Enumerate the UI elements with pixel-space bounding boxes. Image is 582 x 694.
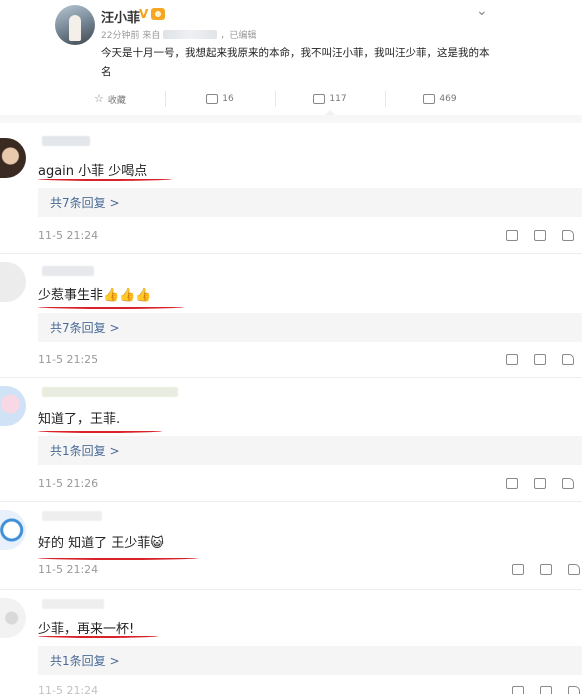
comment-tools bbox=[506, 478, 574, 492]
post-text: 今天是十月一号，我想起来我原来的本命，我不叫汪小菲，我叫汪少菲，这是我的本名 bbox=[101, 47, 490, 78]
favorite-label: 收藏 bbox=[107, 95, 126, 106]
comment-icon[interactable] bbox=[540, 564, 552, 575]
comment-text: 好的 知道了 王少菲😺 bbox=[38, 536, 164, 551]
comment-text: 少惹事生非👍👍👍 bbox=[38, 288, 152, 303]
comment-item: 好的 知道了 王少菲😺 11-5 21:24 bbox=[0, 502, 582, 588]
weibo-post: 汪小菲 V ⌄ 22分钟前 来自 ，已编辑 今天是十月一号，我想起来我原来的本命，… bbox=[0, 0, 582, 122]
comment-time: 11-5 21:24 bbox=[38, 684, 99, 694]
replies-label: 共7条回复 > bbox=[50, 196, 120, 210]
comment-icon[interactable] bbox=[534, 478, 546, 489]
comment-time: 11-5 21:24 bbox=[38, 229, 99, 242]
comment-item: 少惹事生非👍👍👍 共7条回复 > 11-5 21:25 bbox=[0, 254, 582, 376]
comment-item: again 小菲 少喝点 共7条回复 > 11-5 21:24 bbox=[0, 130, 582, 252]
share-icon[interactable] bbox=[506, 230, 518, 241]
commenter-name-blurred[interactable] bbox=[42, 136, 90, 146]
blurred-source bbox=[163, 30, 218, 39]
red-underline-mark bbox=[38, 556, 198, 560]
repost-icon bbox=[206, 94, 219, 104]
post-time-source: 22分钟前 来自 bbox=[101, 31, 161, 41]
red-underline-mark bbox=[38, 177, 172, 181]
commenter-name-blurred[interactable] bbox=[42, 266, 94, 276]
edited-tag: ，已编辑 bbox=[220, 31, 257, 41]
red-underline-mark bbox=[38, 634, 158, 638]
commenter-avatar[interactable] bbox=[0, 386, 26, 426]
replies-label: 共7条回复 > bbox=[50, 321, 120, 335]
comment-icon[interactable] bbox=[534, 354, 546, 365]
comment-icon[interactable] bbox=[540, 686, 552, 694]
share-icon[interactable] bbox=[512, 686, 524, 694]
comment-tools bbox=[512, 564, 580, 578]
comment-icon[interactable] bbox=[534, 230, 546, 241]
replies-link[interactable]: 共1条回复 > bbox=[38, 646, 582, 675]
author-name[interactable]: 汪小菲 bbox=[101, 7, 140, 26]
share-icon[interactable] bbox=[512, 564, 524, 575]
comment-count: 117 bbox=[329, 94, 347, 104]
red-underline-mark bbox=[38, 429, 162, 433]
like-button[interactable]: 469 bbox=[385, 88, 495, 110]
post-actions: ☆ 收藏 16 117 469 bbox=[55, 88, 495, 110]
like-count: 469 bbox=[439, 94, 457, 104]
thumbs-up-icon[interactable] bbox=[568, 564, 580, 575]
verified-badge: V bbox=[139, 7, 149, 21]
commenter-avatar[interactable] bbox=[0, 262, 26, 302]
comment-tools bbox=[506, 354, 574, 368]
replies-label: 共1条回复 > bbox=[50, 654, 120, 668]
comment-button[interactable]: 117 bbox=[275, 88, 385, 110]
commenter-name-blurred[interactable] bbox=[42, 387, 178, 397]
repost-button[interactable]: 16 bbox=[165, 88, 275, 110]
share-icon[interactable] bbox=[506, 478, 518, 489]
repost-count: 16 bbox=[222, 94, 234, 104]
commenter-name-blurred[interactable] bbox=[42, 599, 104, 609]
comment-item: 知道了，王菲. 共1条回复 > 11-5 21:26 bbox=[0, 378, 582, 500]
chevron-down-icon[interactable]: ⌄ bbox=[476, 3, 488, 19]
replies-link[interactable]: 共7条回复 > bbox=[38, 313, 582, 342]
red-underline-mark bbox=[38, 305, 184, 309]
comment-text: 知道了，王菲. bbox=[38, 412, 121, 427]
commenter-name-blurred[interactable] bbox=[42, 511, 102, 521]
replies-link[interactable]: 共1条回复 > bbox=[38, 436, 582, 465]
commenter-avatar[interactable] bbox=[0, 510, 26, 550]
thumbs-up-icon[interactable] bbox=[562, 478, 574, 489]
comment-time: 11-5 21:24 bbox=[38, 563, 99, 576]
thumbs-up-icon bbox=[423, 94, 436, 104]
commenter-avatar[interactable] bbox=[0, 138, 26, 178]
favorite-button[interactable]: ☆ 收藏 bbox=[55, 88, 165, 110]
comment-tools bbox=[512, 686, 580, 694]
comment-icon bbox=[313, 94, 326, 104]
vip-crown-icon bbox=[151, 8, 165, 20]
thumbs-up-icon[interactable] bbox=[568, 686, 580, 694]
comment-tools bbox=[506, 230, 574, 244]
author-avatar[interactable] bbox=[55, 5, 95, 45]
replies-link[interactable]: 共7条回复 > bbox=[38, 188, 582, 217]
star-icon: ☆ bbox=[94, 92, 104, 105]
thumbs-up-icon[interactable] bbox=[562, 354, 574, 365]
comment-time: 11-5 21:26 bbox=[38, 477, 99, 490]
replies-label: 共1条回复 > bbox=[50, 444, 120, 458]
commenter-avatar[interactable] bbox=[0, 598, 26, 638]
comment-time: 11-5 21:25 bbox=[38, 353, 99, 366]
comment-item: 少菲，再来一杯! 共1条回复 > 11-5 21:24 bbox=[0, 590, 582, 694]
post-meta: 22分钟前 来自 ，已编辑 bbox=[101, 28, 256, 41]
thumbs-up-icon[interactable] bbox=[562, 230, 574, 241]
post-separator bbox=[0, 115, 582, 123]
share-icon[interactable] bbox=[506, 354, 518, 365]
